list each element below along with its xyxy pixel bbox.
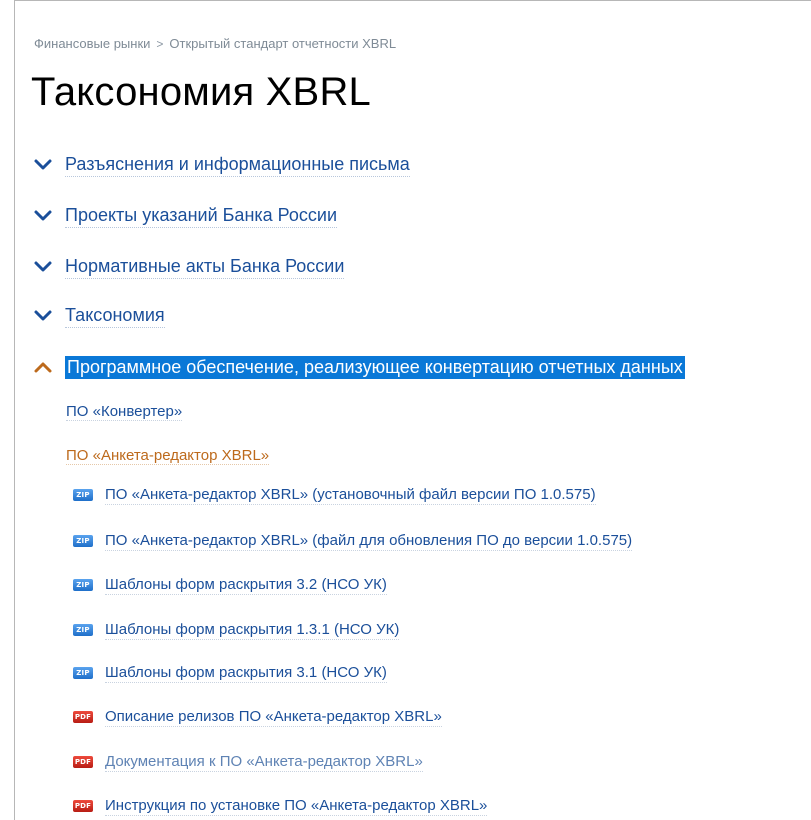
subsection-converter[interactable]: ПО «Конвертер» [66, 403, 183, 421]
section-regulatory-acts[interactable]: Нормативные акты Банка России [33, 255, 345, 279]
file-link[interactable]: Документация к ПО «Анкета-редактор XBRL» [105, 753, 423, 772]
file-link[interactable]: ПО «Анкета-редактор XBRL» (установочный … [105, 486, 596, 505]
file-item[interactable]: PDF Инструкция по установке ПО «Анкета-р… [73, 796, 488, 816]
breadcrumb-item-xbrl-standard[interactable]: Открытый стандарт отчетности XBRL [169, 36, 396, 51]
zip-file-icon: ZIP [73, 535, 93, 547]
zip-file-icon: ZIP [73, 489, 93, 501]
section-draft-directives[interactable]: Проекты указаний Банка России [33, 204, 338, 228]
breadcrumb: Финансовые рынки > Открытый стандарт отчет… [34, 36, 396, 51]
file-link[interactable]: Шаблоны форм раскрытия 3.1 (НСО УК) [105, 664, 387, 683]
file-item[interactable]: ZIP ПО «Анкета-редактор XBRL» (установоч… [73, 485, 596, 505]
chevron-down-icon [34, 159, 52, 170]
file-link[interactable]: ПО «Анкета-редактор XBRL» (файл для обно… [105, 532, 633, 551]
breadcrumb-separator: > [156, 37, 164, 51]
chevron-down-icon [34, 261, 52, 272]
section-label[interactable]: Нормативные акты Банка России [65, 255, 345, 279]
file-item[interactable]: ZIP Шаблоны форм раскрытия 1.3.1 (НСО УК… [73, 620, 400, 640]
file-link[interactable]: Шаблоны форм раскрытия 1.3.1 (НСО УК) [105, 621, 400, 640]
section-label[interactable]: Таксономия [65, 304, 165, 328]
chevron-up-icon [34, 362, 52, 373]
file-item[interactable]: ZIP Шаблоны форм раскрытия 3.1 (НСО УК) [73, 663, 387, 683]
section-conversion-software[interactable]: Программное обеспечение, реализующее кон… [33, 355, 685, 379]
section-label[interactable]: Программное обеспечение, реализующее кон… [65, 355, 685, 379]
file-item[interactable]: ZIP ПО «Анкета-редактор XBRL» (файл для … [73, 531, 633, 551]
section-taxonomy[interactable]: Таксономия [33, 304, 165, 328]
section-label[interactable]: Разъяснения и информационные письма [65, 153, 410, 177]
zip-file-icon: ZIP [73, 624, 93, 636]
chevron-down-icon [34, 310, 52, 321]
file-link[interactable]: Описание релизов ПО «Анкета-редактор XBR… [105, 708, 442, 727]
pdf-file-icon: PDF [73, 800, 93, 812]
pdf-file-icon: PDF [73, 756, 93, 768]
file-link[interactable]: Инструкция по установке ПО «Анкета-редак… [105, 797, 488, 816]
zip-file-icon: ZIP [73, 667, 93, 679]
file-item[interactable]: ZIP Шаблоны форм раскрытия 3.2 (НСО УК) [73, 575, 387, 595]
file-item[interactable]: PDF Документация к ПО «Анкета-редактор X… [73, 752, 423, 772]
page-title: Таксономия XBRL [31, 70, 371, 114]
subsection-anketa-editor[interactable]: ПО «Анкета-редактор XBRL» [66, 447, 270, 465]
section-clarifications[interactable]: Разъяснения и информационные письма [33, 153, 410, 177]
pdf-file-icon: PDF [73, 711, 93, 723]
file-link[interactable]: Шаблоны форм раскрытия 3.2 (НСО УК) [105, 576, 387, 595]
file-item[interactable]: PDF Описание релизов ПО «Анкета-редактор… [73, 707, 442, 727]
section-label[interactable]: Проекты указаний Банка России [65, 204, 338, 228]
zip-file-icon: ZIP [73, 579, 93, 591]
chevron-down-icon [34, 210, 52, 221]
breadcrumb-item-financial-markets[interactable]: Финансовые рынки [34, 36, 150, 51]
